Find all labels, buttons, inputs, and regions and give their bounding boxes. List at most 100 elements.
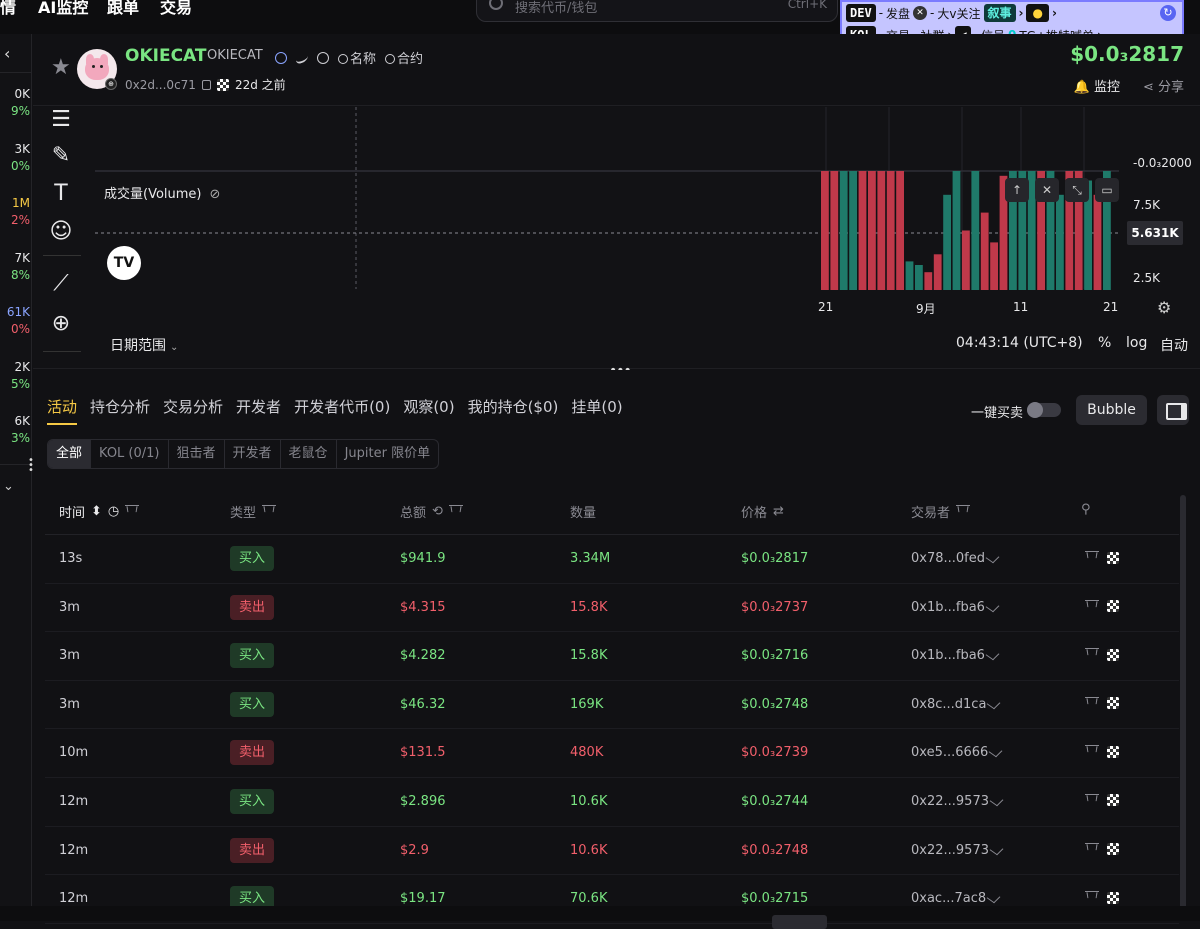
row-trader[interactable]: 0x22...9573 — [911, 843, 1004, 858]
filter-icon[interactable] — [125, 505, 140, 518]
edit-icon[interactable] — [986, 697, 1001, 710]
row-trader[interactable]: 0x78...0fed — [911, 551, 1000, 566]
edit-icon[interactable] — [988, 746, 1003, 758]
table-row[interactable]: 12m 买入 $2.896 10.6K $0.0₃2744 0x22...9573 — [45, 778, 1179, 827]
one-click-toggle[interactable] — [1027, 402, 1061, 418]
tab-2[interactable]: 交易分析 — [163, 396, 223, 425]
sort-icon[interactable]: ⬍ — [91, 504, 102, 519]
dex-icon[interactable] — [1107, 843, 1119, 856]
bubble-button[interactable]: Bubble — [1076, 395, 1147, 425]
row-trader[interactable]: 0x1b...fba6 — [911, 648, 1000, 663]
swap-currency-icon[interactable]: ⟲ — [432, 504, 443, 519]
row-trader[interactable]: 0x8c...d1ca — [911, 697, 1001, 712]
table-row[interactable]: 3m 卖出 $4.315 15.8K $0.0₃2737 0x1b...fba6 — [45, 584, 1179, 633]
narrative-tag[interactable]: 叙事 — [983, 4, 1016, 22]
dev-tag[interactable]: DEV — [846, 4, 876, 22]
tab-6[interactable]: 我的持仓($0) — [468, 396, 559, 425]
filter-icon[interactable] — [1085, 599, 1099, 613]
column-time[interactable]: 时间 ⬍ ◷ — [59, 502, 140, 521]
edit-icon[interactable] — [985, 600, 1000, 612]
text-tool-icon[interactable]: T — [47, 181, 75, 207]
ticker-item[interactable]: 61K 0% — [0, 304, 30, 338]
tab-7[interactable]: 挂单(0) — [571, 396, 622, 425]
nav-link-trade[interactable]: 交易 — [160, 0, 192, 18]
table-row[interactable]: 13s 买入 $941.9 3.34M $0.0₃2817 0x78...0fed — [45, 535, 1179, 584]
dex-icon[interactable] — [1107, 648, 1119, 661]
dex-icon[interactable] — [1107, 891, 1119, 904]
lightbulb-icon[interactable]: ● — [1026, 4, 1049, 22]
filter-icon[interactable] — [1085, 551, 1099, 564]
dex-icon[interactable] — [1107, 697, 1119, 710]
auto-scale-toggle[interactable]: 自动 — [1160, 335, 1188, 355]
row-trader[interactable]: 0x22...9573 — [911, 794, 1004, 809]
share-button[interactable]: ⋖ 分享 — [1143, 76, 1184, 95]
dex-icon[interactable] — [1107, 794, 1119, 807]
filter-icon[interactable] — [956, 505, 971, 518]
ruler-tool-icon[interactable]: ⟋ — [47, 271, 75, 297]
filter-icon[interactable] — [1085, 793, 1099, 807]
emoji-tool-icon[interactable]: ☺ — [47, 219, 75, 245]
chevron-right-icon[interactable]: › — [1019, 6, 1024, 20]
chevron-left-icon[interactable]: ‹ — [4, 44, 10, 63]
hide-indicator-icon[interactable]: ⊘ — [210, 187, 221, 202]
table-row[interactable]: 3m 买入 $46.32 169K $0.0₃2748 0x8c...d1ca — [45, 681, 1179, 730]
edit-icon[interactable] — [985, 551, 1000, 564]
ticker-item[interactable]: 2K 5% — [0, 359, 30, 393]
search-name-link[interactable]: 名称 — [338, 48, 376, 67]
dex-icon[interactable] — [1107, 745, 1119, 758]
filter-icon[interactable] — [1085, 891, 1099, 904]
date-range-button[interactable]: 日期范围 ⌄ — [110, 335, 178, 355]
tab-3[interactable]: 开发者 — [236, 396, 281, 425]
filter-icon[interactable] — [1085, 842, 1099, 856]
filter-icon[interactable] — [262, 505, 277, 518]
table-scrollbar[interactable] — [1180, 495, 1186, 921]
ticker-item[interactable]: 7K 8% — [0, 250, 30, 284]
nav-link-ai-monitor[interactable]: AI监控 — [38, 0, 88, 18]
search-contract-link[interactable]: 合约 — [385, 48, 423, 67]
filter-icon[interactable] — [1085, 648, 1099, 661]
filter-chip[interactable]: 老鼠仓 — [281, 440, 337, 468]
filter-icon[interactable] — [1085, 745, 1099, 758]
nav-link-market[interactable]: 情 — [0, 0, 16, 18]
volume-indicator-label[interactable]: 成交量(Volume) ⊘ — [104, 183, 220, 202]
user-icon[interactable] — [275, 51, 287, 64]
sidebar-resize-handle[interactable]: • • • — [28, 456, 34, 476]
edit-icon[interactable] — [986, 891, 1001, 904]
percent-scale-toggle[interactable]: % — [1098, 335, 1111, 351]
chevron-down-icon[interactable]: ⌄ — [3, 479, 14, 494]
table-row[interactable]: 3m 买入 $4.282 15.8K $0.0₃2716 0x1b...fba6 — [45, 632, 1179, 681]
chevron-right-icon[interactable]: › — [1052, 6, 1057, 20]
maximize-icon[interactable]: ▭ — [1095, 178, 1119, 202]
brush-tool-icon[interactable]: ✎ — [47, 143, 75, 169]
monitor-button[interactable]: 🔔 监控 — [1074, 76, 1120, 95]
telegram-icon[interactable] — [296, 50, 308, 65]
wand-icon[interactable]: ⚲ — [1081, 502, 1091, 517]
star-icon[interactable]: ★ — [51, 55, 71, 80]
follow-label[interactable]: 大v关注 — [937, 5, 980, 22]
tab-4[interactable]: 开发者代币(0) — [294, 396, 390, 425]
log-scale-toggle[interactable]: log — [1126, 335, 1147, 351]
volume-chart[interactable] — [95, 107, 1119, 297]
filter-chip[interactable]: Jupiter 限价单 — [337, 440, 439, 468]
swap-icon[interactable]: ⇄ — [773, 504, 784, 519]
row-trader[interactable]: 0xac...7ac8 — [911, 891, 1001, 906]
filter-icon[interactable] — [448, 505, 463, 518]
table-row[interactable]: 12m 卖出 $2.9 10.6K $0.0₃2748 0x22...9573 — [45, 827, 1179, 876]
close-icon[interactable]: ✕ — [1035, 178, 1059, 202]
tab-1[interactable]: 持仓分析 — [90, 396, 150, 425]
globe-icon[interactable] — [317, 51, 329, 64]
edit-icon[interactable] — [985, 648, 1000, 661]
collapse-icon[interactable]: ⤡ — [1065, 178, 1089, 202]
status-bar-button[interactable] — [772, 915, 827, 929]
edit-icon[interactable] — [989, 843, 1004, 855]
dev-launch-label[interactable]: 发盘 — [886, 5, 910, 22]
filter-icon[interactable] — [1085, 696, 1099, 710]
dex-icon[interactable] — [1107, 600, 1119, 613]
ticker-item[interactable]: 0K 9% — [0, 86, 30, 120]
zoom-tool-icon[interactable]: ⊕ — [47, 311, 75, 337]
sidebar-toggle-icon[interactable] — [1157, 395, 1189, 425]
filter-chip[interactable]: KOL (0/1) — [91, 440, 169, 468]
dex-icon[interactable] — [1107, 551, 1119, 564]
ticker-item[interactable]: 3K 0% — [0, 141, 30, 175]
ticker-item[interactable]: 1M 2% — [0, 195, 30, 229]
